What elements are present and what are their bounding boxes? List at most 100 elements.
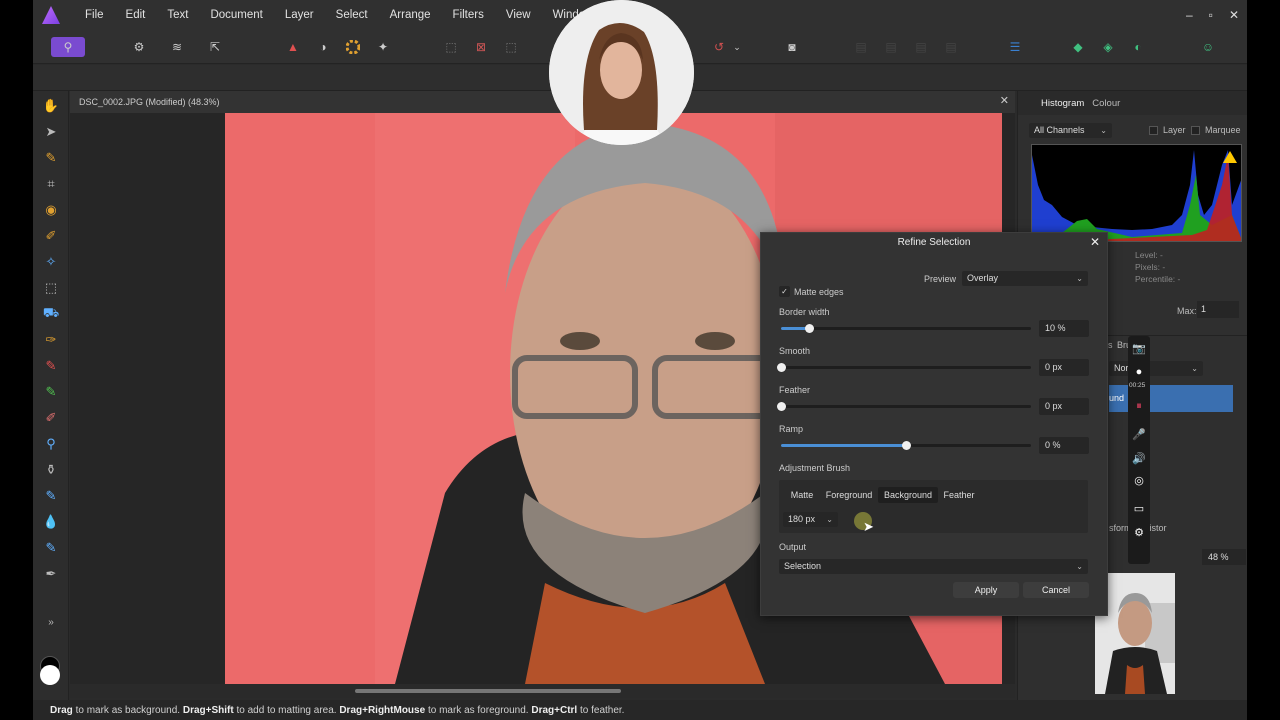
ramp-slider-knob[interactable]: [902, 441, 911, 450]
ramp-slider[interactable]: [781, 441, 1031, 450]
menu-arrange[interactable]: Arrange: [379, 0, 442, 30]
brush-mode-feather[interactable]: Feather: [939, 487, 979, 503]
erase-tool-icon[interactable]: ✐: [42, 409, 60, 427]
align-icon[interactable]: ☰: [1005, 37, 1025, 57]
document-tab[interactable]: DSC_0002.JPG (Modified) (48.3%) ✕: [70, 91, 1015, 113]
border-width-slider[interactable]: [781, 324, 1031, 333]
webcam-icon[interactable]: ◎: [1131, 472, 1147, 488]
record-icon[interactable]: ●: [1131, 364, 1147, 380]
layer-checkbox[interactable]: [1149, 126, 1158, 135]
menu-text[interactable]: Text: [156, 0, 199, 30]
select-all-icon[interactable]: ⬚: [441, 37, 461, 57]
tab-layers-fragment[interactable]: s: [1108, 340, 1113, 350]
levels-icon[interactable]: ▲: [283, 37, 303, 57]
webcam-image: [549, 0, 694, 145]
pen-tool-icon[interactable]: ✒: [42, 565, 60, 583]
smooth-field[interactable]: 0 px: [1039, 359, 1089, 376]
liquify-persona-icon[interactable]: ≋: [167, 37, 187, 57]
pixel-view-icon[interactable]: ◐: [1128, 37, 1148, 57]
close-document-icon[interactable]: ✕: [1000, 94, 1009, 107]
menu-file[interactable]: File: [74, 0, 115, 30]
brush-mode-foreground[interactable]: Foreground: [821, 487, 877, 503]
horizontal-scrollbar[interactable]: [70, 684, 1015, 698]
zoom-field[interactable]: 48 %: [1202, 549, 1246, 565]
app-logo-icon[interactable]: [42, 6, 60, 24]
flood-fill-icon[interactable]: ⛟: [42, 305, 60, 323]
tab-colour[interactable]: Colour: [1092, 98, 1120, 109]
blend-mode-dropdown[interactable]: Normal⌄: [1109, 361, 1203, 376]
quick-mask-dropdown-icon[interactable]: ⌄: [727, 37, 747, 57]
histogram-graph: [1031, 144, 1242, 242]
account-icon[interactable]: ☺: [1198, 37, 1218, 57]
menu-filters[interactable]: Filters: [442, 0, 495, 30]
invert-selection-icon[interactable]: ⬚: [501, 37, 521, 57]
smooth-slider[interactable]: [777, 363, 1031, 372]
menu-view[interactable]: View: [495, 0, 542, 30]
blur-tool-icon[interactable]: 💧: [42, 513, 60, 531]
paint-brush-icon[interactable]: ✎: [42, 357, 60, 375]
move-tool-icon[interactable]: ➤: [42, 123, 60, 141]
matte-edges-checkbox[interactable]: ✓: [779, 286, 790, 297]
primary-color-swatch[interactable]: [40, 665, 60, 685]
settings-icon[interactable]: ⚙: [1131, 524, 1147, 540]
pause-icon[interactable]: ⏸: [1131, 398, 1147, 414]
menu-edit[interactable]: Edit: [115, 0, 157, 30]
selection-brush-icon[interactable]: ✐: [42, 227, 60, 245]
auto-white-balance-icon[interactable]: ✦: [373, 37, 393, 57]
feather-slider[interactable]: [777, 402, 1031, 411]
flood-select-icon[interactable]: ✧: [42, 253, 60, 271]
dialog-close-icon[interactable]: ✕: [1090, 235, 1100, 249]
smooth-slider-knob[interactable]: [777, 363, 786, 372]
auto-contrast-icon[interactable]: ◑: [313, 37, 333, 57]
screen-icon[interactable]: ▭: [1131, 500, 1147, 516]
color-picker-icon[interactable]: ✎: [42, 149, 60, 167]
crop-tool-icon[interactable]: ⌗: [42, 175, 60, 193]
inpainting-tool-icon[interactable]: ✎: [42, 539, 60, 557]
border-width-slider-knob[interactable]: [804, 324, 814, 333]
close-window-icon[interactable]: ✕: [1229, 8, 1239, 22]
clone-tool-icon[interactable]: ⚱: [42, 461, 60, 479]
channel-dropdown[interactable]: All Channels ⌄: [1029, 123, 1112, 138]
photo-persona-icon[interactable]: ⚲: [51, 37, 85, 57]
gradient-tool-icon[interactable]: ✑: [42, 331, 60, 349]
preview-dropdown[interactable]: Overlay ⌄: [962, 271, 1088, 286]
more-tools-icon[interactable]: »: [42, 613, 60, 631]
restore-icon[interactable]: ▫: [1209, 8, 1213, 22]
deselect-icon[interactable]: ⊠: [471, 37, 491, 57]
quick-mask-icon[interactable]: ↺: [709, 37, 729, 57]
smudge-tool-icon[interactable]: ✎: [42, 487, 60, 505]
feather-field[interactable]: 0 px: [1039, 398, 1089, 415]
hand-tool-icon[interactable]: ✋: [42, 97, 60, 115]
pixel-tool-icon[interactable]: ✎: [42, 383, 60, 401]
develop-persona-icon[interactable]: ⚙: [129, 37, 149, 57]
speaker-icon[interactable]: 🔊: [1131, 450, 1147, 466]
border-width-field[interactable]: 10 %: [1039, 320, 1089, 337]
output-dropdown[interactable]: Selection ⌄: [779, 559, 1088, 574]
marquee-tool-icon[interactable]: ⬚: [42, 279, 60, 297]
cancel-button[interactable]: Cancel: [1023, 582, 1089, 598]
apply-button[interactable]: Apply: [953, 582, 1019, 598]
menu-document[interactable]: Document: [199, 0, 273, 30]
dodge-tool-icon[interactable]: ⚲: [42, 435, 60, 453]
menu-select[interactable]: Select: [325, 0, 379, 30]
brush-size-dropdown[interactable]: 180 px ⌄: [783, 512, 838, 527]
tab-histogram[interactable]: Histogram: [1041, 98, 1084, 109]
ramp-field[interactable]: 0 %: [1039, 437, 1089, 454]
max-value-field[interactable]: 1: [1197, 301, 1239, 318]
microphone-icon[interactable]: 🎤: [1131, 426, 1147, 442]
marquee-checkbox[interactable]: [1191, 126, 1200, 135]
snapping-icon[interactable]: ◆: [1068, 37, 1088, 57]
brush-mode-matte[interactable]: Matte: [783, 487, 821, 503]
brush-mode-background[interactable]: Background: [878, 487, 938, 503]
camera-icon[interactable]: 📷: [1131, 340, 1147, 356]
view-mode-icon[interactable]: ◈: [1098, 37, 1118, 57]
scrollbar-thumb[interactable]: [355, 689, 621, 693]
minimize-icon[interactable]: –: [1186, 8, 1193, 22]
feather-slider-knob[interactable]: [777, 402, 786, 411]
output-value: Selection: [784, 561, 822, 571]
red-eye-tool-icon[interactable]: ◉: [42, 201, 60, 219]
menu-layer[interactable]: Layer: [274, 0, 325, 30]
export-persona-icon[interactable]: ⇱: [205, 37, 225, 57]
color-wheel-icon[interactable]: [343, 37, 363, 57]
assistant-icon[interactable]: ◙: [782, 37, 802, 57]
